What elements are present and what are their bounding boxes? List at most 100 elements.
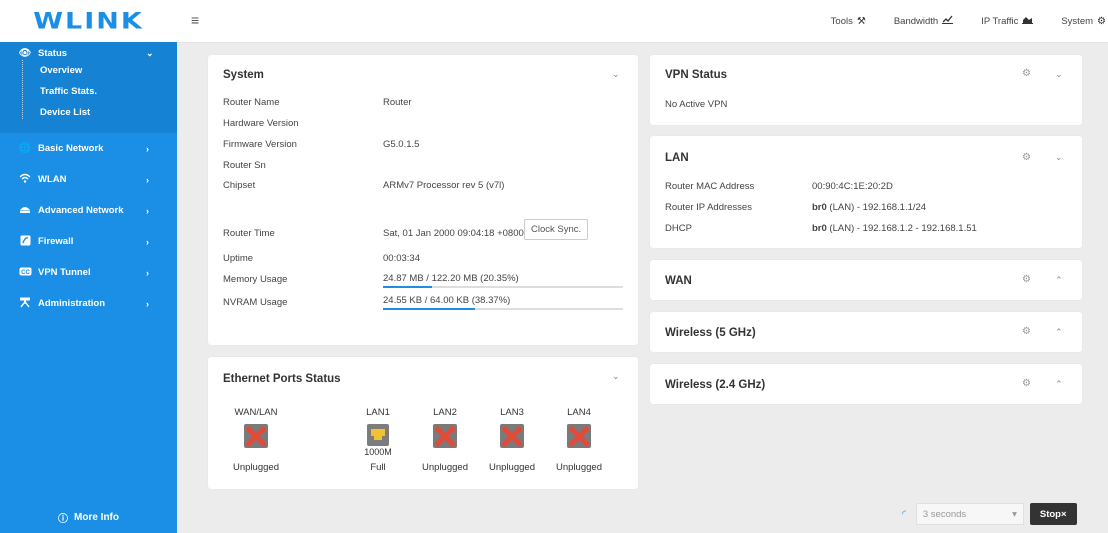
refresh-interval-value: 3 seconds	[922, 508, 967, 520]
sidebar-subitem-device-list[interactable]: Device List	[22, 102, 177, 123]
lan-card: LAN ⚙ ⌄ Router MAC Address 00:90:4C:1E:2…	[650, 136, 1082, 248]
port-speed	[415, 448, 475, 457]
port-speed	[226, 448, 286, 457]
router-ip-text: (LAN) - 192.168.1.1/24	[826, 202, 927, 213]
router-time-label: Router Time	[223, 228, 275, 239]
top-nav: Tools ⚒ Bandwidth IP Traffic System ⚙	[831, 0, 1108, 42]
chipset-value: ARMv7 Processor rev 5 (v7l)	[383, 180, 505, 191]
router-ip-label: Router IP Addresses	[665, 202, 752, 213]
tools-icon: ⚒	[856, 15, 866, 27]
sidebar-item-label: Administration	[38, 298, 106, 309]
dhcp-value: br0 (LAN) - 192.168.1.2 - 192.168.1.51	[812, 223, 977, 234]
chevron-down-icon[interactable]: ⌄	[612, 371, 620, 382]
firmware-version-value: G5.0.1.5	[383, 139, 420, 150]
sidebar-item-vpn-tunnel[interactable]: CC VPN Tunnel ›	[0, 257, 177, 288]
router-name-label: Router Name	[223, 97, 280, 108]
chevron-down-icon[interactable]: ⌄	[1055, 69, 1063, 80]
card-title: System	[223, 69, 264, 81]
sidebar-item-label: Advanced Network	[38, 205, 124, 216]
menu-toggle-icon[interactable]: ≡	[191, 12, 199, 28]
globe-icon: 🌐	[18, 143, 32, 154]
sidebar-item-administration[interactable]: Administration ›	[0, 288, 177, 319]
chevron-up-icon[interactable]: ⌃	[1055, 379, 1063, 390]
card-title: Wireless (2.4 GHz)	[665, 379, 766, 391]
router-time-value: Sat, 01 Jan 2000 09:04:18 +0800	[383, 228, 524, 239]
svg-text:CC: CC	[21, 270, 30, 276]
sidebar-item-basic-network[interactable]: 🌐 Basic Network ›	[0, 133, 177, 164]
top-link-ip-traffic[interactable]: IP Traffic	[981, 15, 1034, 27]
card-title: WAN	[665, 275, 692, 287]
gear-icon[interactable]: ⚙	[1022, 274, 1031, 285]
admin-icon	[18, 297, 32, 311]
chevron-right-icon: ›	[146, 236, 149, 247]
more-info-label: More Info	[74, 511, 119, 523]
top-link-system[interactable]: System ⚙	[1061, 16, 1106, 27]
brand-logo[interactable]: WLINK	[0, 0, 177, 42]
nvram-usage-value: 24.55 KB / 64.00 KB (38.37%)	[383, 295, 511, 306]
chevron-right-icon: ›	[146, 298, 149, 309]
top-link-label: System	[1061, 15, 1094, 27]
port-name: LAN2	[433, 407, 457, 418]
router-name-value: Router	[383, 97, 412, 108]
uptime-label: Uptime	[223, 253, 254, 264]
port-name: LAN4	[567, 407, 591, 418]
memory-usage-value: 24.87 MB / 122.20 MB (20.35%)	[383, 273, 519, 284]
port-state: Unplugged	[489, 462, 535, 473]
port-state: Unplugged	[422, 462, 468, 473]
port-state: Unplugged	[556, 462, 602, 473]
chevron-right-icon: ›	[146, 143, 149, 154]
firewall-icon	[18, 235, 32, 249]
refresh-interval-select[interactable]: 3 seconds ▾	[915, 503, 1024, 525]
sidebar-item-firewall[interactable]: Firewall ›	[0, 226, 177, 257]
top-link-label: Bandwidth	[893, 15, 939, 27]
close-icon: ×	[1060, 508, 1067, 520]
stop-label: Stop	[1039, 508, 1061, 520]
spinner-icon: ◜	[902, 508, 906, 520]
sidebar: 👁 Status ⌄ Overview Traffic Stats. Devic…	[0, 42, 177, 533]
sidebar-item-label: Firewall	[38, 236, 74, 247]
card-title: VPN Status	[665, 69, 727, 81]
memory-usage-bar	[383, 286, 623, 288]
clock-sync-button[interactable]: Clock Sync.	[524, 219, 589, 240]
gear-icon[interactable]: ⚙	[1022, 378, 1031, 389]
sidebar-item-advanced-network[interactable]: Advanced Network ›	[0, 195, 177, 226]
gear-icon[interactable]: ⚙	[1022, 326, 1031, 337]
gear-icon[interactable]: ⚙	[1022, 68, 1031, 79]
dhcp-range-text: (LAN) - 192.168.1.2 - 192.168.1.51	[826, 223, 977, 234]
card-title: Wireless (5 GHz)	[665, 327, 756, 339]
gear-icon[interactable]: ⚙	[1022, 152, 1031, 163]
port-name: LAN1	[366, 407, 390, 418]
status-submenu: Overview Traffic Stats. Device List	[0, 60, 177, 123]
refresh-control: ◜ 3 seconds ▾ Stop ×	[902, 503, 1077, 525]
router-sn-label: Router Sn	[223, 160, 266, 171]
chart-line-icon	[942, 15, 954, 27]
sidebar-subitem-traffic-stats[interactable]: Traffic Stats.	[22, 81, 177, 102]
memory-usage-fill	[383, 286, 432, 288]
ethernet-ports-card: Ethernet Ports Status ⌄ WAN/LAN Unplugge…	[208, 357, 638, 489]
stop-button[interactable]: Stop ×	[1029, 503, 1077, 525]
top-link-bandwidth[interactable]: Bandwidth	[893, 15, 954, 27]
port-name: LAN3	[500, 407, 524, 418]
port-state: Full	[370, 462, 386, 473]
sidebar-item-label: VPN Tunnel	[38, 267, 91, 278]
vpn-status-card: VPN Status ⚙ ⌄ No Active VPN	[650, 55, 1082, 125]
port-speed	[549, 448, 609, 457]
sidebar-item-wlan[interactable]: WLAN ›	[0, 164, 177, 195]
wireless-24ghz-card: Wireless (2.4 GHz) ⚙ ⌃	[650, 364, 1082, 404]
chart-area-icon	[1022, 15, 1034, 27]
chevron-right-icon: ›	[146, 174, 149, 185]
router-ip-value: br0 (LAN) - 192.168.1.1/24	[812, 202, 926, 213]
chevron-down-icon[interactable]: ⌄	[612, 69, 620, 80]
vpn-status-text: No Active VPN	[665, 99, 728, 110]
dhcp-label: DHCP	[665, 223, 692, 234]
port-wan-lan: WAN/LAN Unplugged	[226, 407, 286, 473]
chevron-up-icon[interactable]: ⌃	[1055, 275, 1063, 286]
sidebar-subitem-overview[interactable]: Overview	[22, 60, 177, 81]
port-name: WAN/LAN	[234, 407, 278, 418]
nvram-usage-bar	[383, 308, 623, 310]
more-info-button[interactable]: ⓘ More Info	[0, 501, 177, 533]
chevron-up-icon[interactable]: ⌃	[1055, 327, 1063, 338]
port-unplugged-icon	[433, 424, 457, 448]
chevron-down-icon[interactable]: ⌄	[1055, 152, 1063, 163]
top-link-tools[interactable]: Tools ⚒	[831, 16, 866, 27]
